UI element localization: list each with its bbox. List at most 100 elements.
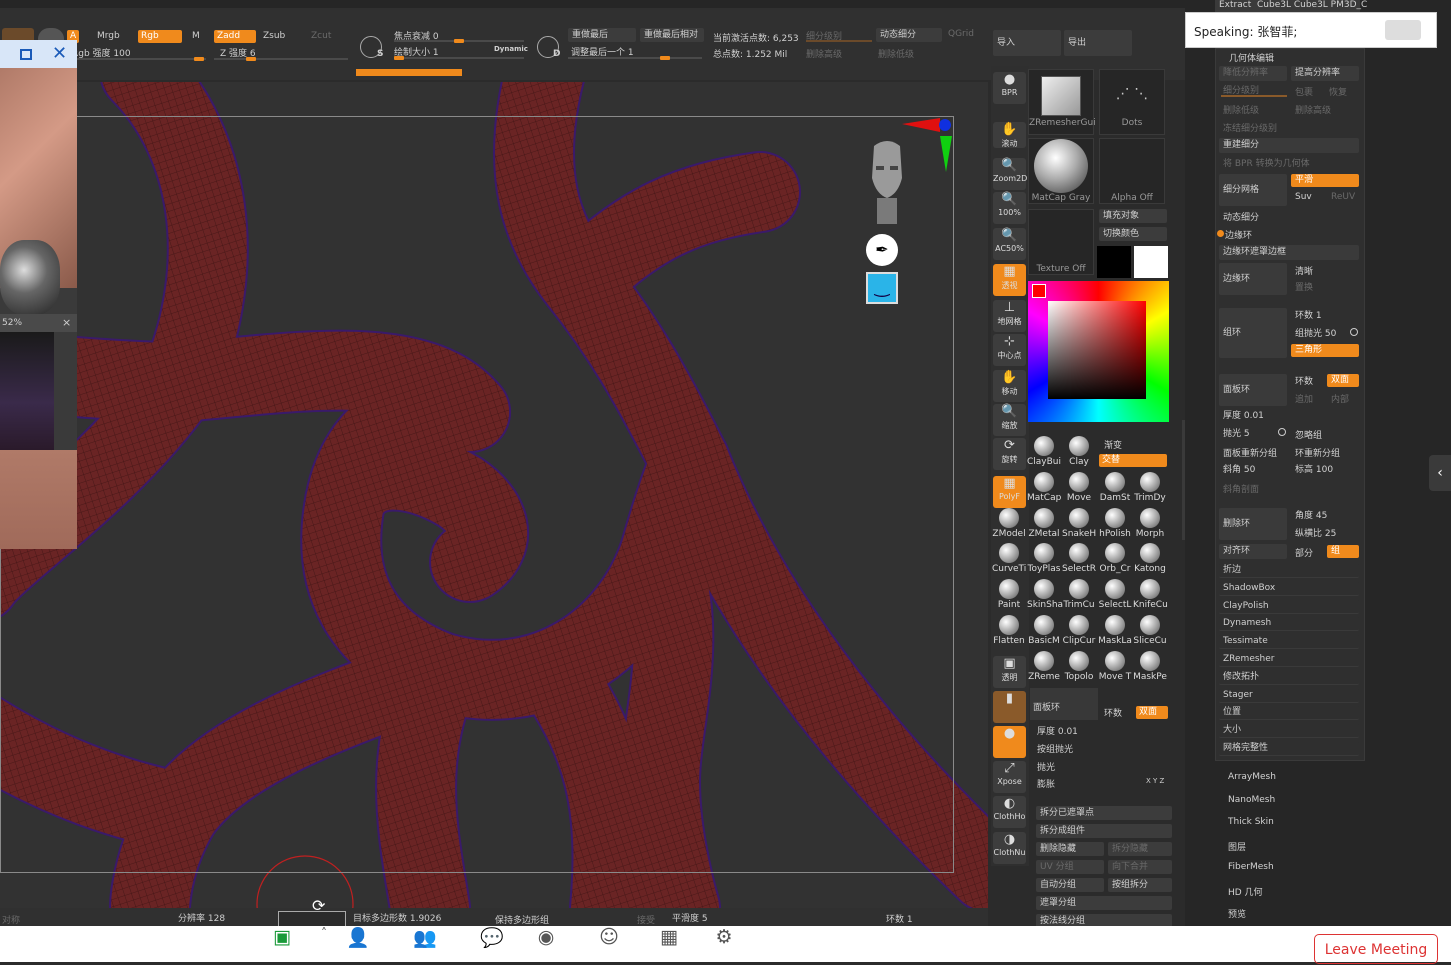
brush-trimcu[interactable]: TrimCu (1062, 577, 1096, 611)
geometry-menu-item[interactable]: Tessimate (1219, 634, 1359, 650)
brush-zmetal[interactable]: ZMetal (1027, 506, 1061, 540)
switch-color-button[interactable]: 切换颜色 (1099, 227, 1167, 241)
brush-zmodel[interactable]: ZModel (992, 506, 1026, 540)
participants-icon[interactable]: 👥 (405, 926, 445, 962)
groups-toggle[interactable]: 组 (1327, 545, 1359, 558)
brush-topolo[interactable]: Topolo (1062, 649, 1096, 683)
share-screen-icon[interactable]: ▣ (262, 926, 302, 962)
cage-button[interactable]: 包裹 (1295, 85, 1313, 98)
group-action-4[interactable]: UV 分组 (1036, 860, 1104, 874)
plugin-item[interactable]: ArrayMesh (1228, 772, 1276, 782)
group-loop-count[interactable]: 环数 1 (1295, 308, 1322, 321)
brush-basicm[interactable]: BasicM (1027, 613, 1061, 647)
delete-loops-button[interactable]: 删除环 (1219, 508, 1287, 540)
geometry-menu-item[interactable]: 网格完整性 (1219, 741, 1359, 756)
ignore-groups-toggle[interactable]: 忽略组 (1295, 428, 1322, 441)
higher-res-button[interactable]: 提高分辨率 (1291, 66, 1359, 81)
delete-lower-button[interactable]: 删除低级 (878, 47, 914, 60)
brush-maskpe[interactable]: MaskPe (1133, 649, 1167, 683)
reuv-toggle[interactable]: ReUV (1331, 192, 1355, 202)
geometry-menu-item[interactable]: Stager (1219, 687, 1359, 703)
del-lower-button[interactable]: 删除低级 (1223, 103, 1259, 116)
zoom-close-icon[interactable]: × (62, 316, 71, 329)
plugin-item[interactable]: FiberMesh (1228, 862, 1274, 872)
panel-loop-thickness[interactable]: 厚度 0.01 (1037, 724, 1078, 737)
redo-last-button[interactable]: 重做最后 (568, 28, 636, 42)
loop-new-groups-toggle[interactable]: 环重新分组 (1295, 446, 1340, 459)
plugin-item[interactable]: 图层 (1228, 840, 1246, 853)
symmetry-button[interactable]: 对称 (2, 913, 20, 926)
solo-thumb[interactable]: ▮ (993, 691, 1026, 723)
delete-higher-button[interactable]: 删除高级 (806, 47, 842, 60)
accept-button[interactable]: 接受 (637, 913, 655, 926)
thickness-slider[interactable]: 厚度 0.01 (1223, 408, 1264, 421)
bevel-slider[interactable]: 斜角 50 (1223, 462, 1255, 475)
edgeloop-button[interactable]: 边缘环 (1219, 263, 1287, 295)
inner-toggle[interactable]: 内部 (1331, 392, 1349, 405)
align-loops-button[interactable]: 对齐环 (1219, 544, 1287, 559)
group-polish-radio[interactable] (1350, 328, 1358, 336)
scale-button[interactable]: 🔍 缩放 (993, 404, 1026, 436)
lower-res-button[interactable]: 降低分辨率 (1219, 66, 1287, 81)
invite-icon[interactable]: 👤 (338, 926, 378, 962)
panel-loop-polish[interactable]: 抛光 (1037, 760, 1055, 773)
scroll-button[interactable]: ✋ 滚动 (993, 122, 1026, 148)
plugin-item[interactable]: NanoMesh (1228, 795, 1275, 805)
brush-flatten[interactable]: Flatten (992, 613, 1026, 647)
dots-stroke-tile[interactable]: ⋰ ⋱ Dots (1099, 69, 1165, 135)
matcap-tile[interactable]: MatCap Gray (1028, 138, 1094, 204)
brush-trimdy[interactable]: TrimDy (1133, 470, 1167, 504)
export-button[interactable]: 导出 (1064, 30, 1132, 56)
alternate-button[interactable]: 交替 (1099, 454, 1167, 467)
brush-clay[interactable]: Clay (1062, 434, 1096, 468)
zremesher-guide-tile[interactable]: ZRemesherGui (1028, 69, 1096, 135)
refresh-icon[interactable]: ⟳ (312, 896, 330, 915)
center-button[interactable]: ⊹ 中心点 (993, 334, 1026, 366)
loops-slider[interactable]: 环数 1 (886, 912, 913, 925)
subdiv-rate-slider[interactable]: 分辨率 128 (178, 911, 225, 924)
append-toggle[interactable]: 追加 (1295, 392, 1313, 405)
keep-groups-toggle[interactable]: 保持多边形组 (495, 913, 549, 926)
mrgb-button[interactable]: Mrgb (97, 31, 120, 41)
brush-curveti[interactable]: CurveTi (992, 541, 1026, 575)
brush-selectl[interactable]: SelectL (1098, 577, 1132, 611)
brush-paint[interactable]: Paint (992, 577, 1026, 611)
group-action-6[interactable]: 自动分组 (1036, 878, 1104, 892)
move-button[interactable]: ✋ 移动 (993, 370, 1026, 402)
rgb-strength-track[interactable] (72, 57, 206, 61)
group-action-1[interactable]: 拆分成组件 (1036, 824, 1172, 838)
smooth-toggle[interactable]: 平滑 (1291, 174, 1359, 187)
restore-icon[interactable] (20, 49, 32, 60)
color-picker-square[interactable] (1048, 301, 1146, 399)
polish-slider[interactable]: 抛光 5 (1223, 426, 1250, 439)
main-color-swatch[interactable] (1097, 246, 1131, 278)
bevel-profile-curve[interactable]: 斜角剖面 (1223, 482, 1259, 495)
extract-tab[interactable]: Extract (1219, 0, 1251, 10)
brush-movet[interactable]: Move T (1098, 649, 1132, 683)
texture-tile[interactable]: Texture Off (1028, 209, 1094, 275)
brush-maskla[interactable]: MaskLa (1098, 613, 1132, 647)
elevation-slider[interactable]: 标高 100 (1295, 462, 1333, 475)
qgrid-slider[interactable]: QGrid (948, 29, 974, 39)
double-toggle[interactable]: 双面 (1327, 374, 1359, 387)
geometry-menu-item[interactable]: ShadowBox (1219, 580, 1359, 596)
plugin-item[interactable]: HD 几何 (1228, 885, 1263, 898)
divide-button[interactable]: 细分网格 (1219, 174, 1287, 206)
subdiv-level-track[interactable] (1221, 95, 1287, 97)
close-icon[interactable]: ✕ (52, 43, 67, 64)
actual-size-button[interactable]: 🔍 100% (993, 192, 1026, 224)
geometry-menu-item[interactable]: 大小 (1219, 723, 1359, 739)
rebuild-button[interactable]: 重建细分 (1219, 138, 1359, 153)
persp-button[interactable]: ▦ 透视 (993, 264, 1026, 296)
cube-tabs[interactable]: Cube3L Cube3L PM3D_C (1257, 0, 1367, 10)
panel-loop-double[interactable]: 双面 (1136, 706, 1168, 719)
brush-snakeh[interactable]: SnakeH (1062, 506, 1096, 540)
subdiv-track[interactable] (806, 40, 872, 42)
zadd-button[interactable]: Zadd (214, 30, 256, 43)
alpha-tile[interactable]: Alpha Off (1099, 138, 1165, 204)
polyf-button[interactable]: ▦ PolyF (993, 476, 1026, 508)
panel-loops-count[interactable]: 环数 (1295, 374, 1313, 387)
zsub-button[interactable]: Zsub (263, 31, 285, 41)
secondary-color-swatch[interactable] (1134, 246, 1168, 278)
geometry-menu-item[interactable]: 修改拓扑 (1219, 669, 1359, 685)
